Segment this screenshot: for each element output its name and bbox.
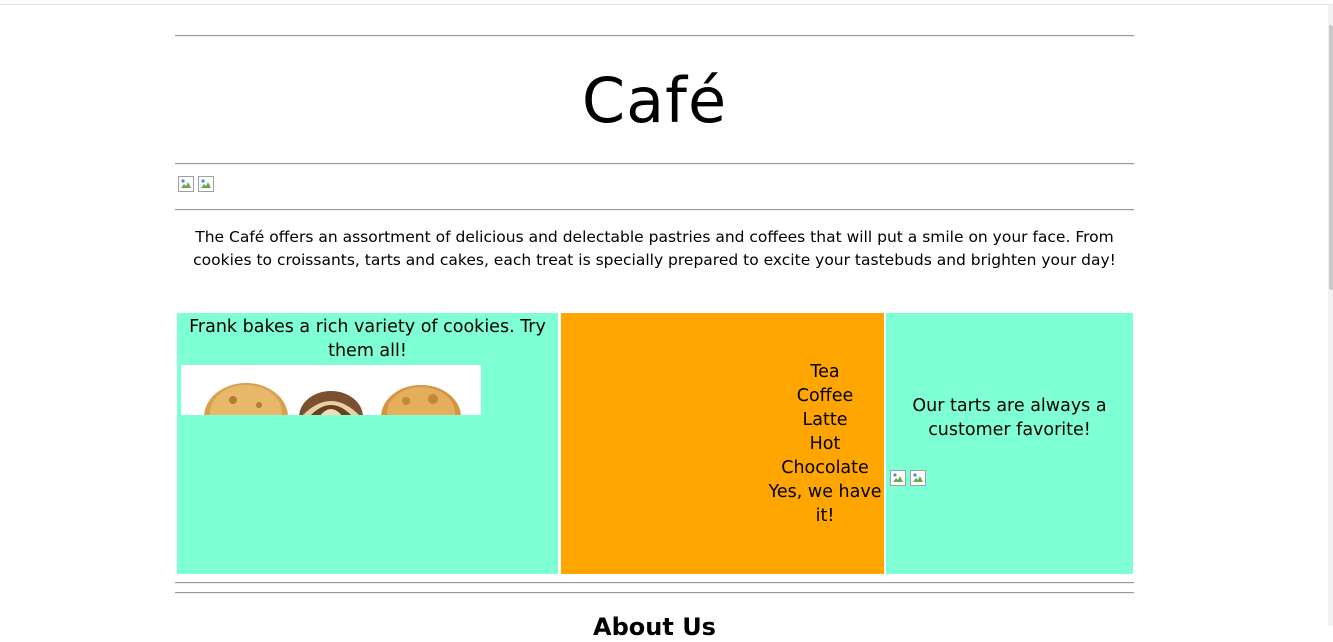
cookies-cell: Frank bakes a rich variety of cookies. T… bbox=[177, 313, 558, 574]
scrollbar-thumb[interactable] bbox=[1329, 25, 1333, 290]
broken-image-icon bbox=[910, 469, 926, 486]
page-title: Café bbox=[581, 64, 728, 137]
list-item: Latte bbox=[802, 410, 848, 430]
list-item: Yes, we have bbox=[768, 482, 882, 502]
list-item: Tea bbox=[810, 362, 840, 382]
divider-grid-bottom bbox=[175, 582, 1134, 584]
scrollbar[interactable] bbox=[1328, 5, 1333, 626]
intro-paragraph: The Café offers an assortment of delicio… bbox=[193, 228, 1116, 269]
list-item: Coffee bbox=[796, 386, 854, 406]
broken-image-icon bbox=[890, 469, 906, 486]
divider-header-bottom bbox=[175, 163, 1134, 165]
tarts-cell: Our tarts are always a customer favorite… bbox=[886, 313, 1133, 574]
about-heading: About Us bbox=[593, 613, 716, 641]
drinks-cell: Tea Coffee Latte Hot Chocolate Yes, we h… bbox=[561, 313, 884, 574]
browser-top-edge bbox=[0, 4, 1333, 5]
divider-about-top bbox=[175, 592, 1134, 594]
divider-nav-bottom bbox=[175, 209, 1134, 211]
cookies-image bbox=[181, 365, 481, 415]
divider-top bbox=[175, 35, 1134, 37]
drinks-list: Tea Coffee Latte Hot Chocolate Yes, we h… bbox=[766, 360, 884, 528]
list-item: Chocolate bbox=[781, 458, 869, 478]
tarts-caption: Our tarts are always a customer favorite… bbox=[912, 396, 1107, 440]
cookies-caption: Frank bakes a rich variety of cookies. T… bbox=[189, 317, 546, 361]
broken-image-icon bbox=[198, 176, 214, 192]
list-item: Hot bbox=[809, 434, 841, 454]
list-item: it! bbox=[815, 506, 835, 526]
broken-image-icon bbox=[178, 176, 194, 192]
